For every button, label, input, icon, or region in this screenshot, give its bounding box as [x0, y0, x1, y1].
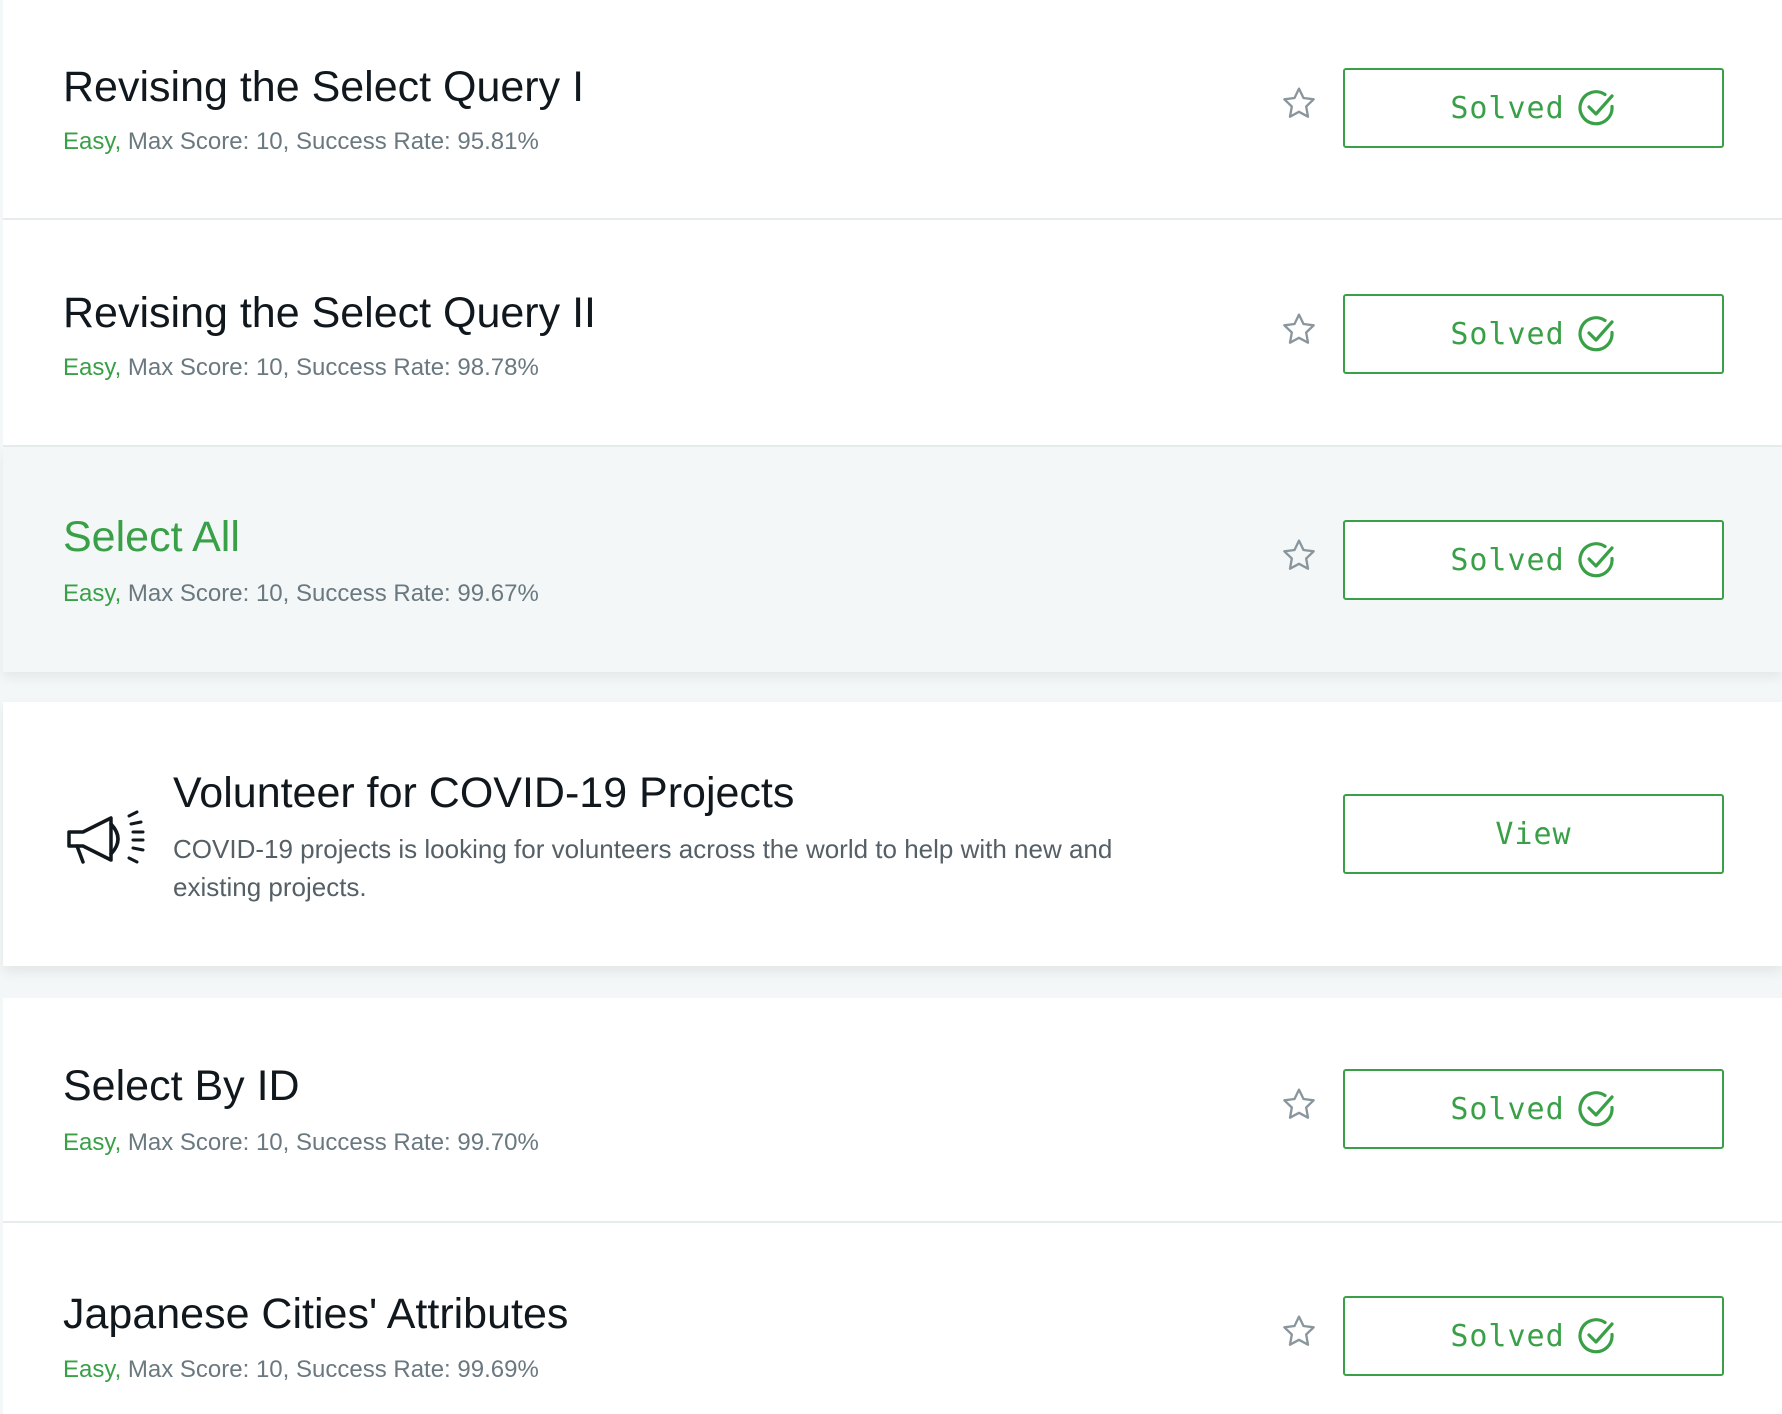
- score-and-success-rate: Max Score: 10, Success Rate: 95.81%: [121, 128, 539, 155]
- challenge-title[interactable]: Select By ID: [63, 1065, 300, 1108]
- challenge-meta: Easy, Max Score: 10, Success Rate: 98.78…: [63, 356, 539, 380]
- bookmark-star-icon[interactable]: [1279, 536, 1319, 576]
- challenge-meta: Easy, Max Score: 10, Success Rate: 99.70…: [63, 1131, 539, 1155]
- solved-button[interactable]: Solved: [1343, 1069, 1724, 1149]
- challenge-title[interactable]: Japanese Cities' Attributes: [63, 1293, 568, 1336]
- difficulty-label: Easy,: [63, 1129, 122, 1156]
- difficulty-label: Easy,: [63, 128, 122, 155]
- challenge-card[interactable]: Revising the Select Query I Easy, Max Sc…: [3, 0, 1782, 220]
- challenge-card[interactable]: Select By ID Easy, Max Score: 10, Succes…: [3, 998, 1782, 1223]
- challenge-title[interactable]: Revising the Select Query I: [63, 66, 584, 109]
- solved-button[interactable]: Solved: [1343, 68, 1724, 148]
- score-and-success-rate: Max Score: 10, Success Rate: 99.70%: [121, 1129, 539, 1156]
- bookmark-star-icon[interactable]: [1279, 1085, 1319, 1125]
- solved-button-label: Solved: [1450, 316, 1565, 352]
- solved-button-label: Solved: [1450, 90, 1565, 126]
- solved-button[interactable]: Solved: [1343, 520, 1724, 600]
- view-button-label: View: [1495, 816, 1572, 852]
- solved-button[interactable]: Solved: [1343, 294, 1724, 374]
- view-button[interactable]: View: [1343, 794, 1724, 874]
- bookmark-star-icon[interactable]: [1279, 1312, 1319, 1352]
- promo-title[interactable]: Volunteer for COVID-19 Projects: [173, 772, 794, 815]
- check-circle-icon: [1578, 316, 1614, 352]
- megaphone-icon: [67, 810, 145, 864]
- score-and-success-rate: Max Score: 10, Success Rate: 99.67%: [121, 580, 539, 607]
- difficulty-label: Easy,: [63, 354, 122, 381]
- challenge-meta: Easy, Max Score: 10, Success Rate: 99.67…: [63, 582, 539, 606]
- check-circle-icon: [1578, 90, 1614, 126]
- solved-button-label: Solved: [1450, 1318, 1565, 1354]
- challenge-title[interactable]: Revising the Select Query II: [63, 292, 596, 335]
- challenge-card[interactable]: Revising the Select Query II Easy, Max S…: [3, 220, 1782, 447]
- promo-card[interactable]: Volunteer for COVID-19 Projects COVID-19…: [3, 702, 1782, 966]
- solved-button[interactable]: Solved: [1343, 1296, 1724, 1376]
- check-circle-icon: [1578, 1091, 1614, 1127]
- challenge-meta: Easy, Max Score: 10, Success Rate: 95.81…: [63, 130, 539, 154]
- challenge-title[interactable]: Select All: [63, 516, 240, 559]
- score-and-success-rate: Max Score: 10, Success Rate: 99.69%: [121, 1356, 539, 1383]
- check-circle-icon: [1578, 1318, 1614, 1354]
- challenge-card[interactable]: Select All Easy, Max Score: 10, Success …: [3, 447, 1782, 672]
- solved-button-label: Solved: [1450, 1091, 1565, 1127]
- solved-button-label: Solved: [1450, 542, 1565, 578]
- bookmark-star-icon[interactable]: [1279, 84, 1319, 124]
- check-circle-icon: [1578, 542, 1614, 578]
- score-and-success-rate: Max Score: 10, Success Rate: 98.78%: [121, 354, 539, 381]
- difficulty-label: Easy,: [63, 580, 122, 607]
- bookmark-star-icon[interactable]: [1279, 310, 1319, 350]
- promo-description: COVID-19 projects is looking for volunte…: [173, 834, 1113, 902]
- challenge-meta: Easy, Max Score: 10, Success Rate: 99.69…: [63, 1358, 539, 1382]
- difficulty-label: Easy,: [63, 1356, 122, 1383]
- challenge-card[interactable]: Japanese Cities' Attributes Easy, Max Sc…: [3, 1223, 1782, 1414]
